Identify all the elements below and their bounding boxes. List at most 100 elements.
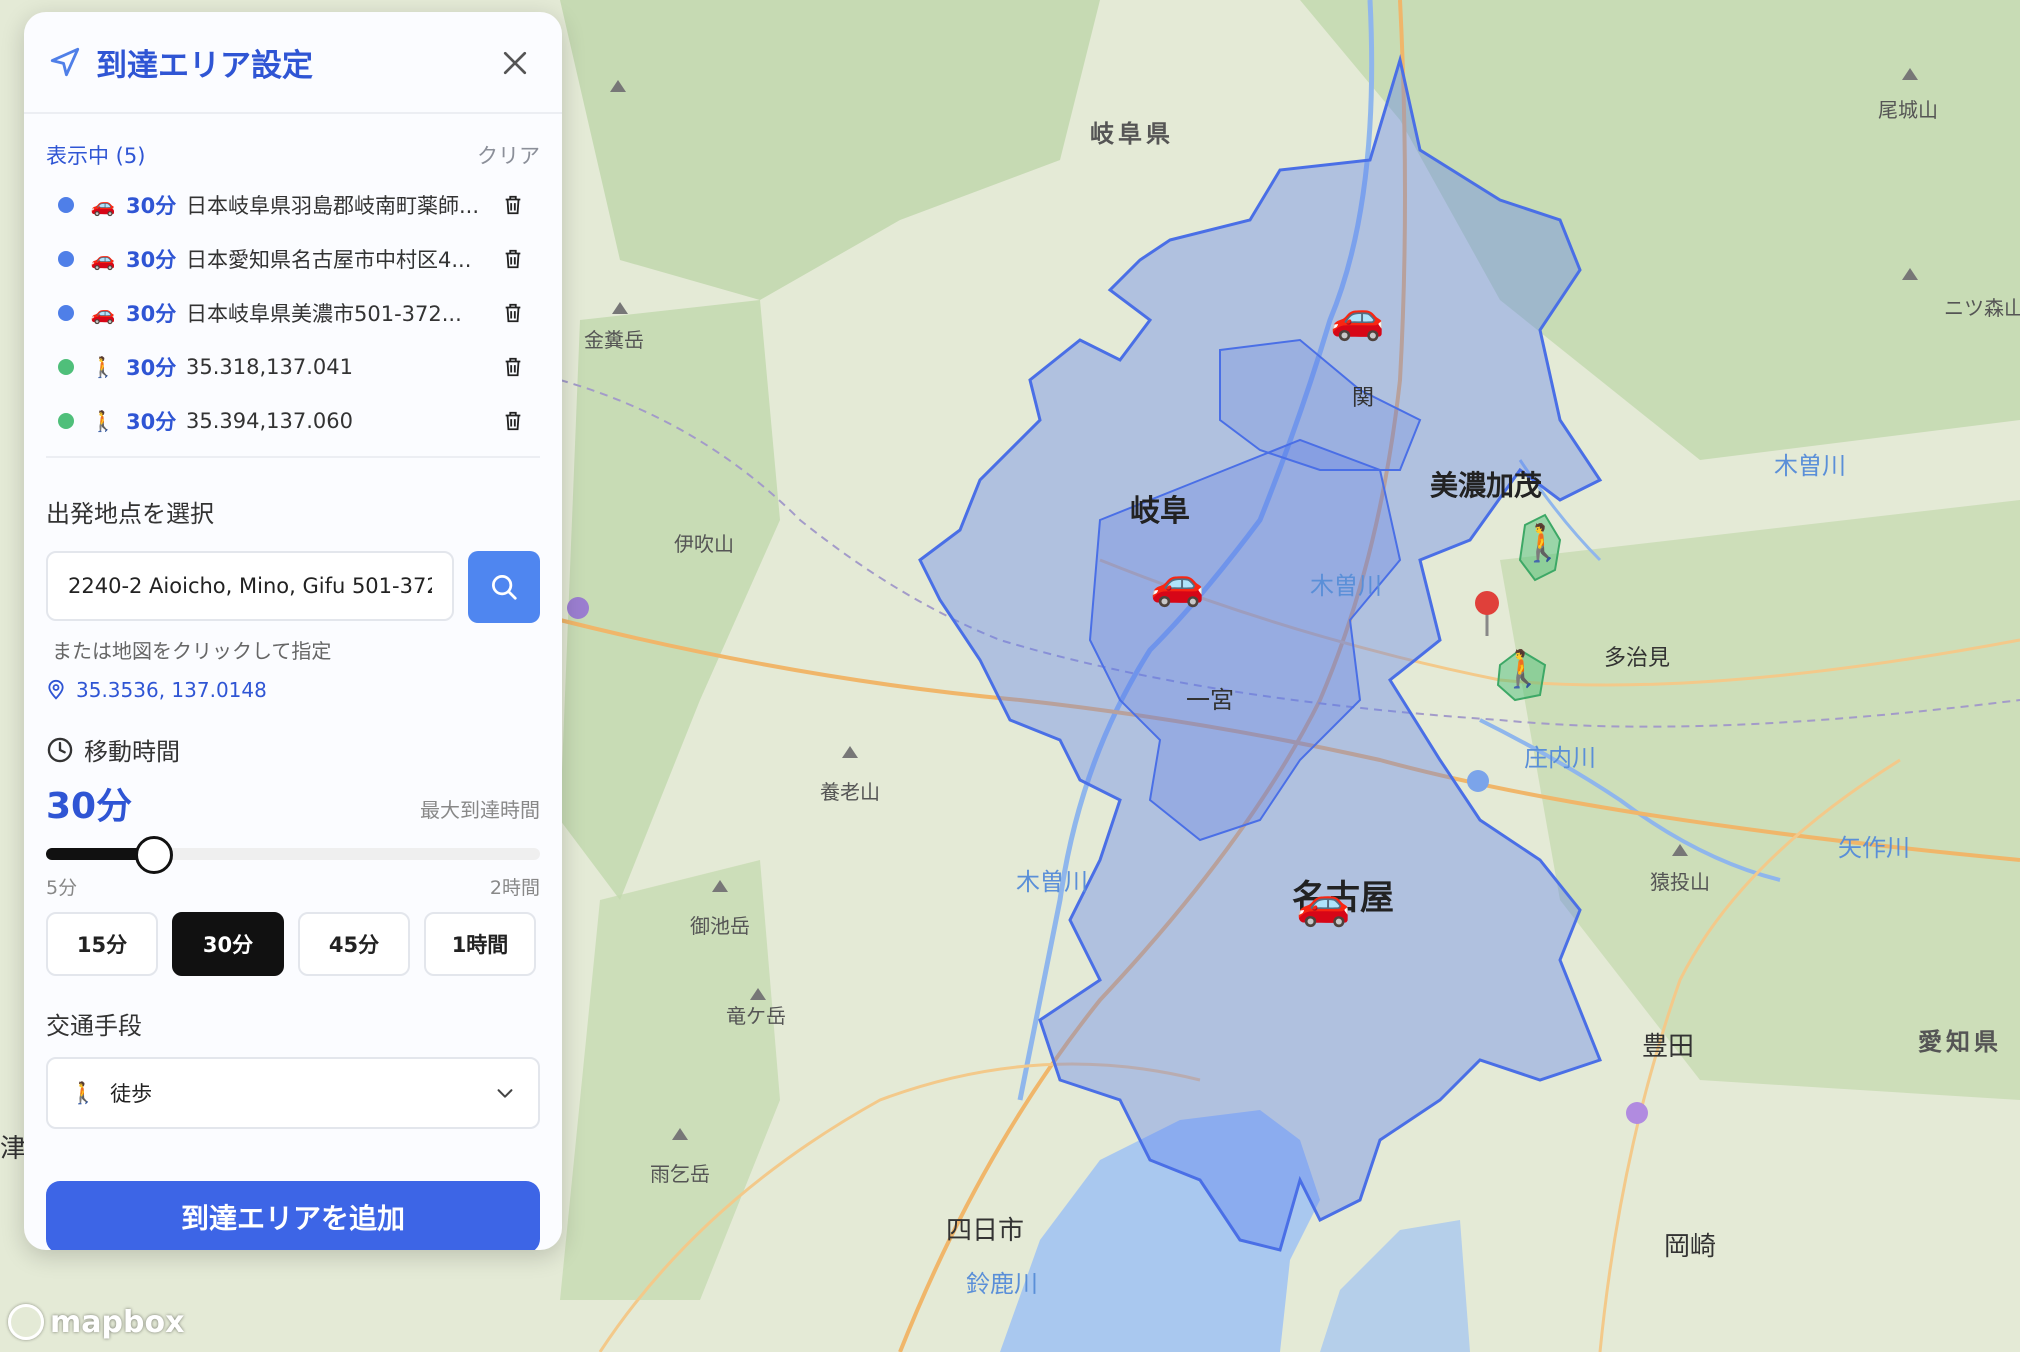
clear-button[interactable]: クリア — [477, 140, 540, 170]
area-address: 日本愛知県名古屋市中村区4... — [186, 248, 472, 272]
trash-icon[interactable] — [502, 410, 524, 432]
map-label-kisogawa-2: 木曽川 — [1016, 868, 1088, 896]
search-button[interactable] — [468, 551, 540, 623]
origin-hint: または地図をクリックして指定 — [52, 639, 332, 663]
slider-min-label: 5分 — [46, 877, 78, 899]
map-label-suzukagawa: 鈴鹿川 — [966, 1270, 1038, 1298]
time-note: 最大到達時間 — [420, 798, 540, 822]
trash-icon[interactable] — [502, 356, 524, 378]
area-list-item[interactable]: 🚗 30分 日本愛知県名古屋市中村区4... — [46, 232, 540, 286]
time-slider[interactable] — [46, 831, 540, 874]
walking-icon: 🚶 — [90, 355, 116, 379]
mapbox-logo-icon — [8, 1304, 44, 1340]
clock-icon — [47, 737, 73, 762]
walk-marker-1[interactable]: 🚶 — [1520, 526, 1565, 562]
map-label-toyota: 豊田 — [1642, 1032, 1695, 1062]
walking-icon: 🚶 — [70, 1080, 97, 1105]
map-label-mikedake: 御池岳 — [690, 914, 750, 938]
origin-coordinates: 35.3536, 137.0148 — [46, 678, 540, 702]
preset-15min-button[interactable]: 15分 — [46, 912, 158, 976]
area-address: 日本岐阜県羽島郡岐南町薬師... — [186, 194, 480, 218]
area-minutes: 30分 — [126, 410, 177, 434]
area-color-dot — [58, 359, 74, 375]
trash-icon[interactable] — [502, 248, 524, 270]
map-label-ibukiyama: 伊吹山 — [674, 532, 734, 556]
walking-icon: 🚶 — [90, 409, 116, 433]
area-list-item[interactable]: 🚗 30分 日本岐阜県美濃市501-372... — [46, 286, 540, 340]
map-label-kisogawa-3: 木曽川 — [1774, 452, 1846, 480]
map-label-sanageyama: 猿投山 — [1650, 870, 1710, 894]
area-minutes: 30分 — [126, 194, 177, 218]
car-marker-nagoya[interactable]: 🚗 — [1296, 882, 1351, 926]
panel-header: 到達エリア設定 — [24, 12, 562, 114]
area-color-dot — [58, 197, 74, 213]
panel-body: 表示中 (5) クリア 🚗 30分 日本岐阜県羽島郡岐南町薬師... 🚗 30分… — [24, 140, 562, 1250]
area-minutes: 30分 — [126, 356, 177, 380]
mapbox-attribution[interactable]: mapbox — [8, 1304, 184, 1340]
time-value: 30分 — [46, 786, 133, 827]
preset-45min-button[interactable]: 45分 — [298, 912, 410, 976]
preset-30min-button[interactable]: 30分 — [172, 912, 284, 976]
map-label-okazaki: 岡崎 — [1664, 1232, 1717, 1262]
time-presets: 15分 30分 45分 1時間 — [46, 912, 540, 976]
divider — [46, 456, 540, 458]
car-icon: 🚗 — [90, 247, 116, 271]
map-label-kisogawa-1: 木曽川 — [1310, 572, 1382, 600]
transport-select[interactable]: 🚶 徒歩 — [46, 1057, 540, 1129]
map-label-ichinomiya: 一宮 — [1186, 686, 1234, 714]
area-color-dot — [58, 305, 74, 321]
map-label-gifu-pref: 岐阜県 — [1090, 120, 1174, 148]
map-label-ojoyama: 尾城山 — [1878, 98, 1938, 122]
walk-marker-2[interactable]: 🚶 — [1500, 652, 1545, 688]
add-area-button[interactable]: 到達エリアを追加 — [46, 1181, 540, 1250]
close-icon[interactable] — [502, 50, 528, 76]
trash-icon[interactable] — [502, 194, 524, 216]
chevron-down-icon — [497, 1089, 513, 1098]
area-address: 35.318,137.041 — [186, 355, 353, 379]
search-icon — [492, 575, 517, 600]
area-list-item[interactable]: 🚶 30分 35.394,137.060 — [46, 394, 540, 448]
origin-search-row — [46, 551, 540, 623]
car-marker-ginan[interactable]: 🚗 — [1150, 562, 1205, 606]
map-label-amagotake: 雨乞岳 — [650, 1162, 710, 1186]
area-minutes: 30分 — [126, 302, 177, 326]
map-label-minokamo: 美濃加茂 — [1430, 469, 1543, 502]
map-label-shonaigawa: 庄内川 — [1524, 744, 1596, 772]
transport-section-title: 交通手段 — [46, 1012, 142, 1040]
origin-search-input[interactable] — [46, 551, 455, 621]
map-label-yokkaichi: 四日市 — [946, 1216, 1025, 1246]
map-label-futatsumori: ニツ森山 — [1944, 296, 2020, 320]
map-label-kinkazan: 金糞岳 — [584, 328, 644, 352]
area-color-dot — [58, 413, 74, 429]
active-areas-label: 表示中 (5) — [46, 144, 146, 168]
panel-title: 到達エリア設定 — [96, 47, 313, 84]
origin-coordinates-text: 35.3536, 137.0148 — [76, 678, 267, 702]
trash-icon[interactable] — [502, 302, 524, 324]
area-list: 🚗 30分 日本岐阜県羽島郡岐南町薬師... 🚗 30分 日本愛知県名古屋市中村… — [46, 178, 540, 448]
area-color-dot — [58, 251, 74, 267]
car-icon: 🚗 — [90, 193, 116, 217]
transport-select-value: 徒歩 — [110, 1082, 153, 1106]
map-label-tsu: 津 — [0, 1134, 27, 1164]
preset-1hour-button[interactable]: 1時間 — [424, 912, 536, 976]
area-list-item[interactable]: 🚗 30分 日本岐阜県羽島郡岐南町薬師... — [46, 178, 540, 232]
map-label-ryugatake: 竜ケ岳 — [726, 1004, 786, 1028]
origin-section-title: 出発地点を選択 — [46, 500, 214, 528]
map-label-yahagigawa: 矢作川 — [1838, 834, 1910, 862]
area-address: 日本岐阜県美濃市501-372... — [186, 302, 462, 326]
car-icon: 🚗 — [90, 301, 116, 325]
slider-range: 5分 2時間 — [46, 873, 540, 900]
car-marker-mino[interactable]: 🚗 — [1330, 296, 1385, 340]
mapbox-logo-text: mapbox — [50, 1304, 185, 1340]
time-section-label: 移動時間 — [84, 738, 180, 766]
area-minutes: 30分 — [126, 248, 177, 272]
time-section-title: 移動時間 — [46, 732, 540, 767]
navigation-arrow-icon — [50, 47, 80, 77]
area-list-item[interactable]: 🚶 30分 35.318,137.041 — [46, 340, 540, 394]
isochrone-panel: 到達エリア設定 表示中 (5) クリア 🚗 30分 日本岐阜県羽島郡岐南町薬師.… — [24, 12, 562, 1250]
map-label-gifu: 岐阜 — [1130, 494, 1190, 529]
area-address: 35.394,137.060 — [186, 409, 353, 433]
slider-thumb[interactable] — [135, 836, 174, 874]
slider-max-label: 2時間 — [489, 877, 540, 899]
time-value-row: 30分 最大到達時間 — [46, 777, 540, 829]
